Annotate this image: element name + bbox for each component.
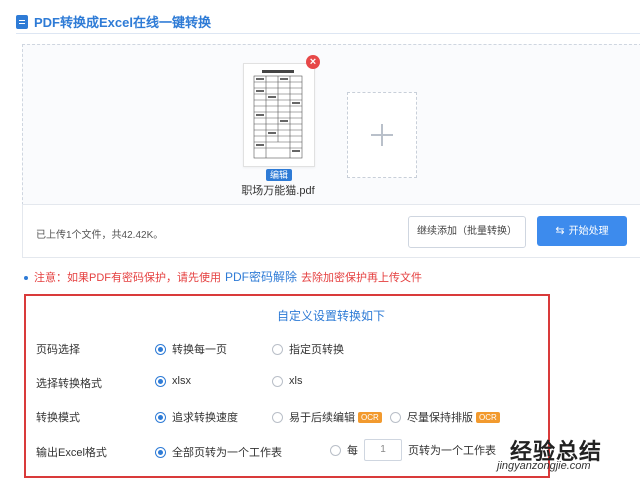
radio-xls[interactable]: xls	[272, 375, 302, 387]
document-icon	[16, 14, 28, 29]
radio-unchecked-icon	[272, 411, 283, 423]
file-name: 职场万能猫.pdf	[241, 185, 315, 197]
option-label: 转换每一页	[172, 344, 227, 356]
remove-file-button[interactable]: ×	[306, 55, 320, 69]
upload-drop-zone[interactable]	[22, 44, 640, 205]
notice-suffix: 去除加密保护再上传文件	[301, 272, 423, 284]
notice-prefix: 注意：如果PDF有密码保护，请先使用	[34, 272, 221, 284]
radio-xlsx[interactable]: xlsx	[155, 375, 191, 387]
radio-pages-per-sheet[interactable]: 每 1 页转为一个工作表	[330, 439, 496, 461]
radio-checked-icon	[155, 343, 166, 355]
radio-layout-mode[interactable]: 尽量保持排版 OCR	[390, 409, 500, 425]
radio-speed-mode[interactable]: 追求转换速度	[155, 409, 238, 425]
upload-status-text: 已上传1个文件，共42.42K。	[36, 230, 164, 241]
option-label: 每	[347, 445, 358, 457]
start-process-button[interactable]: ⇆ 开始处理	[537, 216, 627, 246]
option-label: 易于后续编辑	[289, 412, 355, 424]
swap-icon: ⇆	[555, 225, 565, 237]
radio-single-sheet[interactable]: 全部页转为一个工作表	[155, 444, 282, 460]
radio-checked-icon	[155, 411, 166, 423]
conversion-mode-label: 转换模式	[36, 412, 80, 424]
settings-title: 自定义设置转换如下	[277, 309, 386, 323]
page-title: PDF转换成Excel在线一键转换	[34, 15, 211, 30]
add-file-button[interactable]	[347, 92, 417, 178]
watermark-url: jingyanzongjie.com	[497, 460, 591, 472]
option-label: 追求转换速度	[172, 412, 238, 424]
radio-editable-mode[interactable]: 易于后续编辑 OCR	[272, 409, 382, 425]
radio-unchecked-icon	[272, 375, 283, 387]
output-format-label: 输出Excel格式	[36, 447, 107, 459]
option-label: xls	[289, 375, 303, 387]
batch-add-button[interactable]: 继续添加（批量转换）	[408, 216, 526, 248]
pdf-password-remove-link[interactable]: PDF密码解除	[225, 270, 297, 284]
option-label: xlsx	[172, 375, 191, 387]
radio-unchecked-icon	[390, 411, 401, 423]
start-process-label: 开始处理	[568, 226, 609, 237]
page-selection-label: 页码选择	[36, 344, 80, 356]
uploaded-file-card[interactable]	[243, 63, 315, 167]
radio-checked-icon	[155, 446, 166, 458]
password-notice: 注意：如果PDF有密码保护，请先使用 PDF密码解除 去除加密保护再上传文件	[24, 268, 422, 285]
radio-unchecked-icon	[330, 444, 341, 456]
header-divider	[16, 33, 640, 34]
radio-convert-every-page[interactable]: 转换每一页	[155, 341, 227, 357]
page-header: PDF转换成Excel在线一键转换	[16, 12, 211, 31]
radio-specify-pages[interactable]: 指定页转换	[272, 341, 344, 357]
bullet-icon	[24, 276, 28, 281]
option-label: 尽量保持排版	[407, 412, 473, 424]
radio-unchecked-icon	[272, 343, 283, 355]
option-label: 页转为一个工作表	[408, 445, 496, 457]
option-label: 全部页转为一个工作表	[172, 447, 282, 459]
option-label: 指定页转换	[289, 344, 344, 356]
ocr-badge: OCR	[476, 411, 500, 423]
pages-per-sheet-input[interactable]: 1	[364, 439, 402, 461]
edit-file-button[interactable]: 编辑	[266, 169, 292, 181]
pdf-thumbnail	[250, 68, 306, 160]
radio-checked-icon	[155, 375, 166, 387]
ocr-badge: OCR	[358, 411, 382, 423]
format-selection-label: 选择转换格式	[36, 378, 102, 390]
